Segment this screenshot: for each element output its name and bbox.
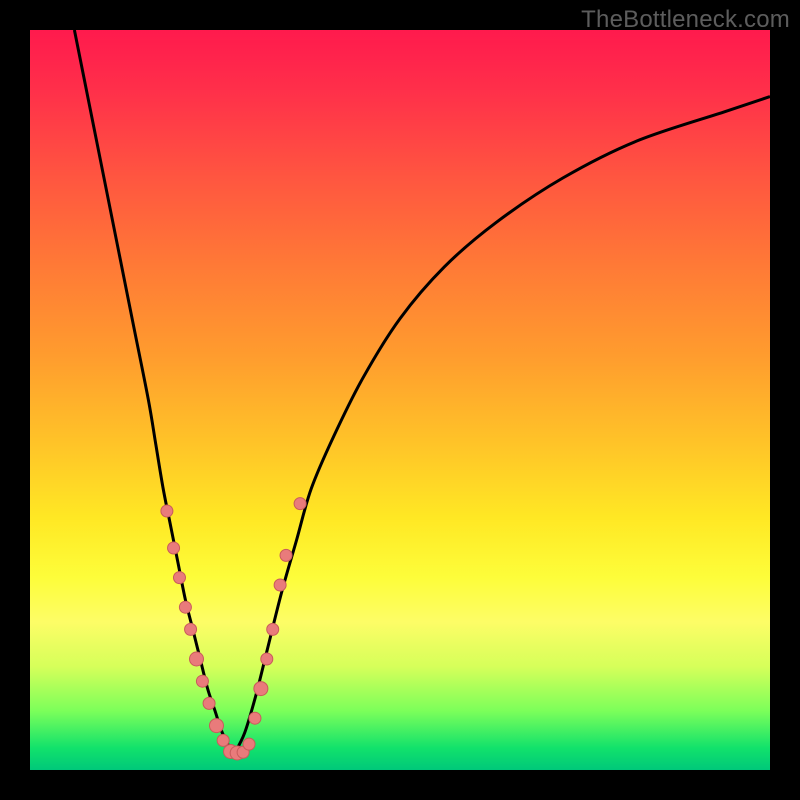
data-marker (274, 579, 286, 591)
data-marker (179, 601, 191, 613)
data-marker (254, 682, 268, 696)
data-marker (294, 498, 306, 510)
data-marker (185, 623, 197, 635)
data-marker (168, 542, 180, 554)
data-marker (261, 653, 273, 665)
data-marker (203, 697, 215, 709)
data-marker (161, 505, 173, 517)
data-marker (196, 675, 208, 687)
data-marker (217, 734, 229, 746)
data-marker (173, 572, 185, 584)
scatter-markers (161, 498, 306, 760)
data-marker (243, 738, 255, 750)
data-marker (209, 719, 223, 733)
plot-area (30, 30, 770, 770)
curve-left-branch (74, 30, 233, 755)
chart-frame: TheBottleneck.com (0, 0, 800, 800)
data-marker (249, 712, 261, 724)
chart-svg (30, 30, 770, 770)
data-marker (267, 623, 279, 635)
data-marker (190, 652, 204, 666)
curve-right-branch (234, 97, 771, 756)
data-marker (280, 549, 292, 561)
